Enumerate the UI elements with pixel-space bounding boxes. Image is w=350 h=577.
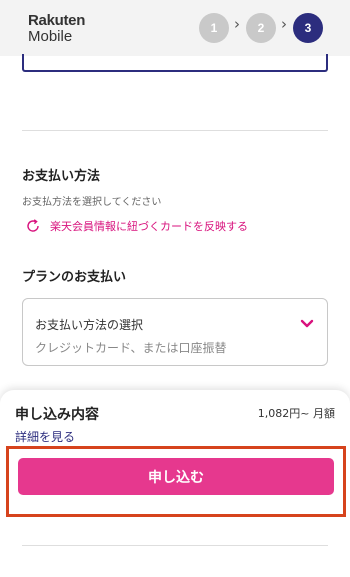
step-1-indicator: 1 xyxy=(199,13,229,43)
logo-rakuten: Rakuten xyxy=(28,12,86,29)
monthly-price: 1,082円~ 月額 xyxy=(257,407,335,420)
previous-field-box[interactable] xyxy=(22,54,328,72)
chevron-right-icon: › xyxy=(281,15,287,33)
refresh-icon[interactable] xyxy=(26,219,40,233)
order-summary-title: 申し込み内容 xyxy=(15,407,99,423)
payment-method-heading: お支払い方法 xyxy=(22,169,101,184)
step-3-indicator: 3 xyxy=(293,13,323,43)
chevron-right-icon: › xyxy=(234,15,240,33)
chevron-down-icon xyxy=(300,319,314,328)
apply-button[interactable]: 申し込む xyxy=(18,458,334,495)
select-label: お支払い方法の選択 xyxy=(35,318,144,332)
select-placeholder: クレジットカード、または口座振替 xyxy=(35,341,227,355)
apply-button-highlight: 申し込む xyxy=(6,446,346,517)
order-summary-panel: 申し込み内容 1,082円~ 月額 詳細を見る 申し込む xyxy=(0,390,350,577)
footer-divider xyxy=(22,545,328,546)
main-content: お支払い方法 お支払方法を選択してください 楽天会員情報に紐づくカードを反映する… xyxy=(0,54,350,577)
payment-method-subtext: お支払方法を選択してください xyxy=(22,197,162,208)
plan-payment-heading: プランのお支払い xyxy=(22,270,127,285)
step-2-indicator: 2 xyxy=(246,13,276,43)
reflect-card-link[interactable]: 楽天会員情報に紐づくカードを反映する xyxy=(50,218,248,234)
section-divider xyxy=(22,130,328,131)
logo-mobile: Mobile xyxy=(28,28,73,45)
payment-method-select[interactable]: お支払い方法の選択 クレジットカード、または口座振替 xyxy=(22,298,328,366)
header: Rakuten Mobile 1 › 2 › 3 xyxy=(0,0,350,56)
details-link[interactable]: 詳細を見る xyxy=(15,428,75,445)
